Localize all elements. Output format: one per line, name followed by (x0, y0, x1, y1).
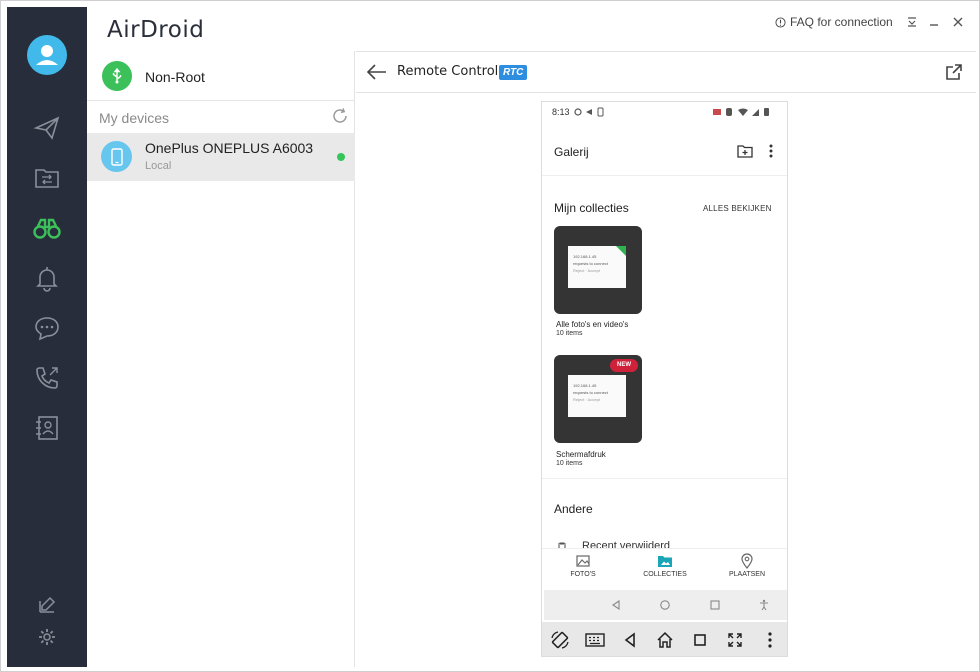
collection-icon (658, 556, 672, 567)
phone-screen[interactable]: 8:13 Galerij Mijn collecties ALLES BEKIJ… (541, 101, 788, 657)
refresh-icon[interactable] (331, 107, 349, 125)
faq-label: FAQ for connection (790, 15, 893, 29)
usb-icon (102, 61, 132, 91)
other-heading: Andere (554, 502, 593, 516)
album-name: Schermafdruk (556, 450, 606, 459)
file-transfer-icon[interactable] (31, 162, 63, 194)
online-status-dot (337, 153, 345, 161)
info-icon (775, 16, 786, 28)
back-button[interactable] (366, 62, 388, 82)
airdroid-window: AirDroid FAQ for connection Non-Root My … (0, 0, 980, 672)
more-vertical-icon[interactable] (762, 142, 780, 160)
my-devices-heading: My devices (99, 110, 170, 126)
remote-control-header: Remote Control RTC (356, 51, 976, 93)
remote-toolbar (542, 622, 787, 656)
android-home-icon[interactable] (657, 597, 673, 613)
nav-collections[interactable]: COLLECTIES (635, 553, 695, 578)
gallery-title: Galerij (554, 145, 589, 159)
album-count: 10 items (556, 460, 583, 467)
device-location: Local (145, 160, 172, 172)
bell-icon[interactable] (31, 262, 63, 294)
status-time: 8:13 (552, 107, 570, 117)
pin-button[interactable] (903, 13, 921, 31)
android-nav-bar (544, 590, 787, 620)
toolbar-back-icon[interactable] (620, 630, 640, 650)
phone-bottom-nav: FOTO'S COLLECTIES PLAATSEN (542, 548, 787, 590)
header-divider (542, 175, 787, 176)
left-rail (7, 7, 87, 667)
status-right-icons (713, 108, 769, 116)
close-icon (953, 17, 963, 27)
close-button[interactable] (949, 13, 967, 31)
device-row[interactable]: OnePlus ONEPLUS A6003 Local (87, 133, 355, 181)
album-name: Alle foto's en video's (556, 320, 629, 329)
toolbar-more-icon[interactable] (760, 630, 780, 650)
minimize-button[interactable] (925, 13, 943, 31)
settings-icon[interactable] (31, 621, 63, 653)
device-panel: Non-Root My devices OnePlus ONEPLUS A600… (87, 51, 355, 667)
arrow-left-icon (366, 64, 386, 80)
collapse-icon (908, 17, 916, 27)
location-pin-icon (741, 553, 753, 569)
contacts-icon[interactable] (31, 412, 63, 444)
album-count: 10 items (556, 330, 583, 337)
album-thumbnail[interactable]: 192.168.1.45 requests to connect Reject … (554, 355, 642, 443)
avatar-icon (36, 45, 58, 65)
external-link-icon (946, 64, 962, 80)
chat-icon[interactable] (31, 312, 63, 344)
phone-status-bar: 8:13 (542, 102, 787, 122)
android-recents-icon[interactable] (707, 597, 723, 613)
remote-control-title: Remote Control (397, 64, 499, 79)
image-icon (576, 555, 590, 567)
phone-icon (101, 141, 132, 172)
android-back-icon[interactable] (608, 597, 624, 613)
selected-corner-mark (616, 246, 626, 256)
status-left-icons (574, 107, 604, 117)
app-logo: AirDroid (107, 17, 205, 43)
keyboard-icon[interactable] (585, 630, 605, 650)
send-icon[interactable] (31, 112, 63, 144)
minimize-icon (930, 24, 938, 26)
connection-mode-label: Non-Root (145, 69, 205, 85)
connection-mode[interactable]: Non-Root (87, 51, 355, 101)
edit-icon[interactable] (31, 589, 63, 621)
nav-places[interactable]: PLAATSEN (717, 553, 777, 578)
fullscreen-icon[interactable] (725, 630, 745, 650)
binoculars-icon[interactable] (31, 212, 63, 244)
popout-button[interactable] (944, 62, 964, 82)
section-divider (542, 478, 787, 479)
rotate-screen-icon[interactable] (550, 630, 570, 650)
rtc-badge: RTC (499, 65, 528, 80)
toolbar-home-icon[interactable] (655, 630, 675, 650)
accessibility-icon[interactable] (756, 597, 772, 613)
new-folder-icon[interactable] (736, 142, 754, 160)
album-thumbnail[interactable]: 192.168.1.45 requests to connect Reject … (554, 226, 642, 314)
device-name: OnePlus ONEPLUS A6003 (145, 140, 314, 156)
nav-photos[interactable]: FOTO'S (553, 553, 613, 578)
toolbar-recents-icon[interactable] (690, 630, 710, 650)
see-all-link[interactable]: ALLES BEKIJKEN (703, 204, 772, 213)
new-badge: NEW (610, 359, 638, 372)
album-preview: 192.168.1.45 requests to connect Reject … (568, 375, 626, 417)
faq-link[interactable]: FAQ for connection (775, 15, 893, 29)
title-bar: AirDroid FAQ for connection (87, 7, 975, 51)
call-icon[interactable] (31, 362, 63, 394)
avatar[interactable] (27, 35, 67, 75)
collections-heading: Mijn collecties (554, 201, 629, 215)
